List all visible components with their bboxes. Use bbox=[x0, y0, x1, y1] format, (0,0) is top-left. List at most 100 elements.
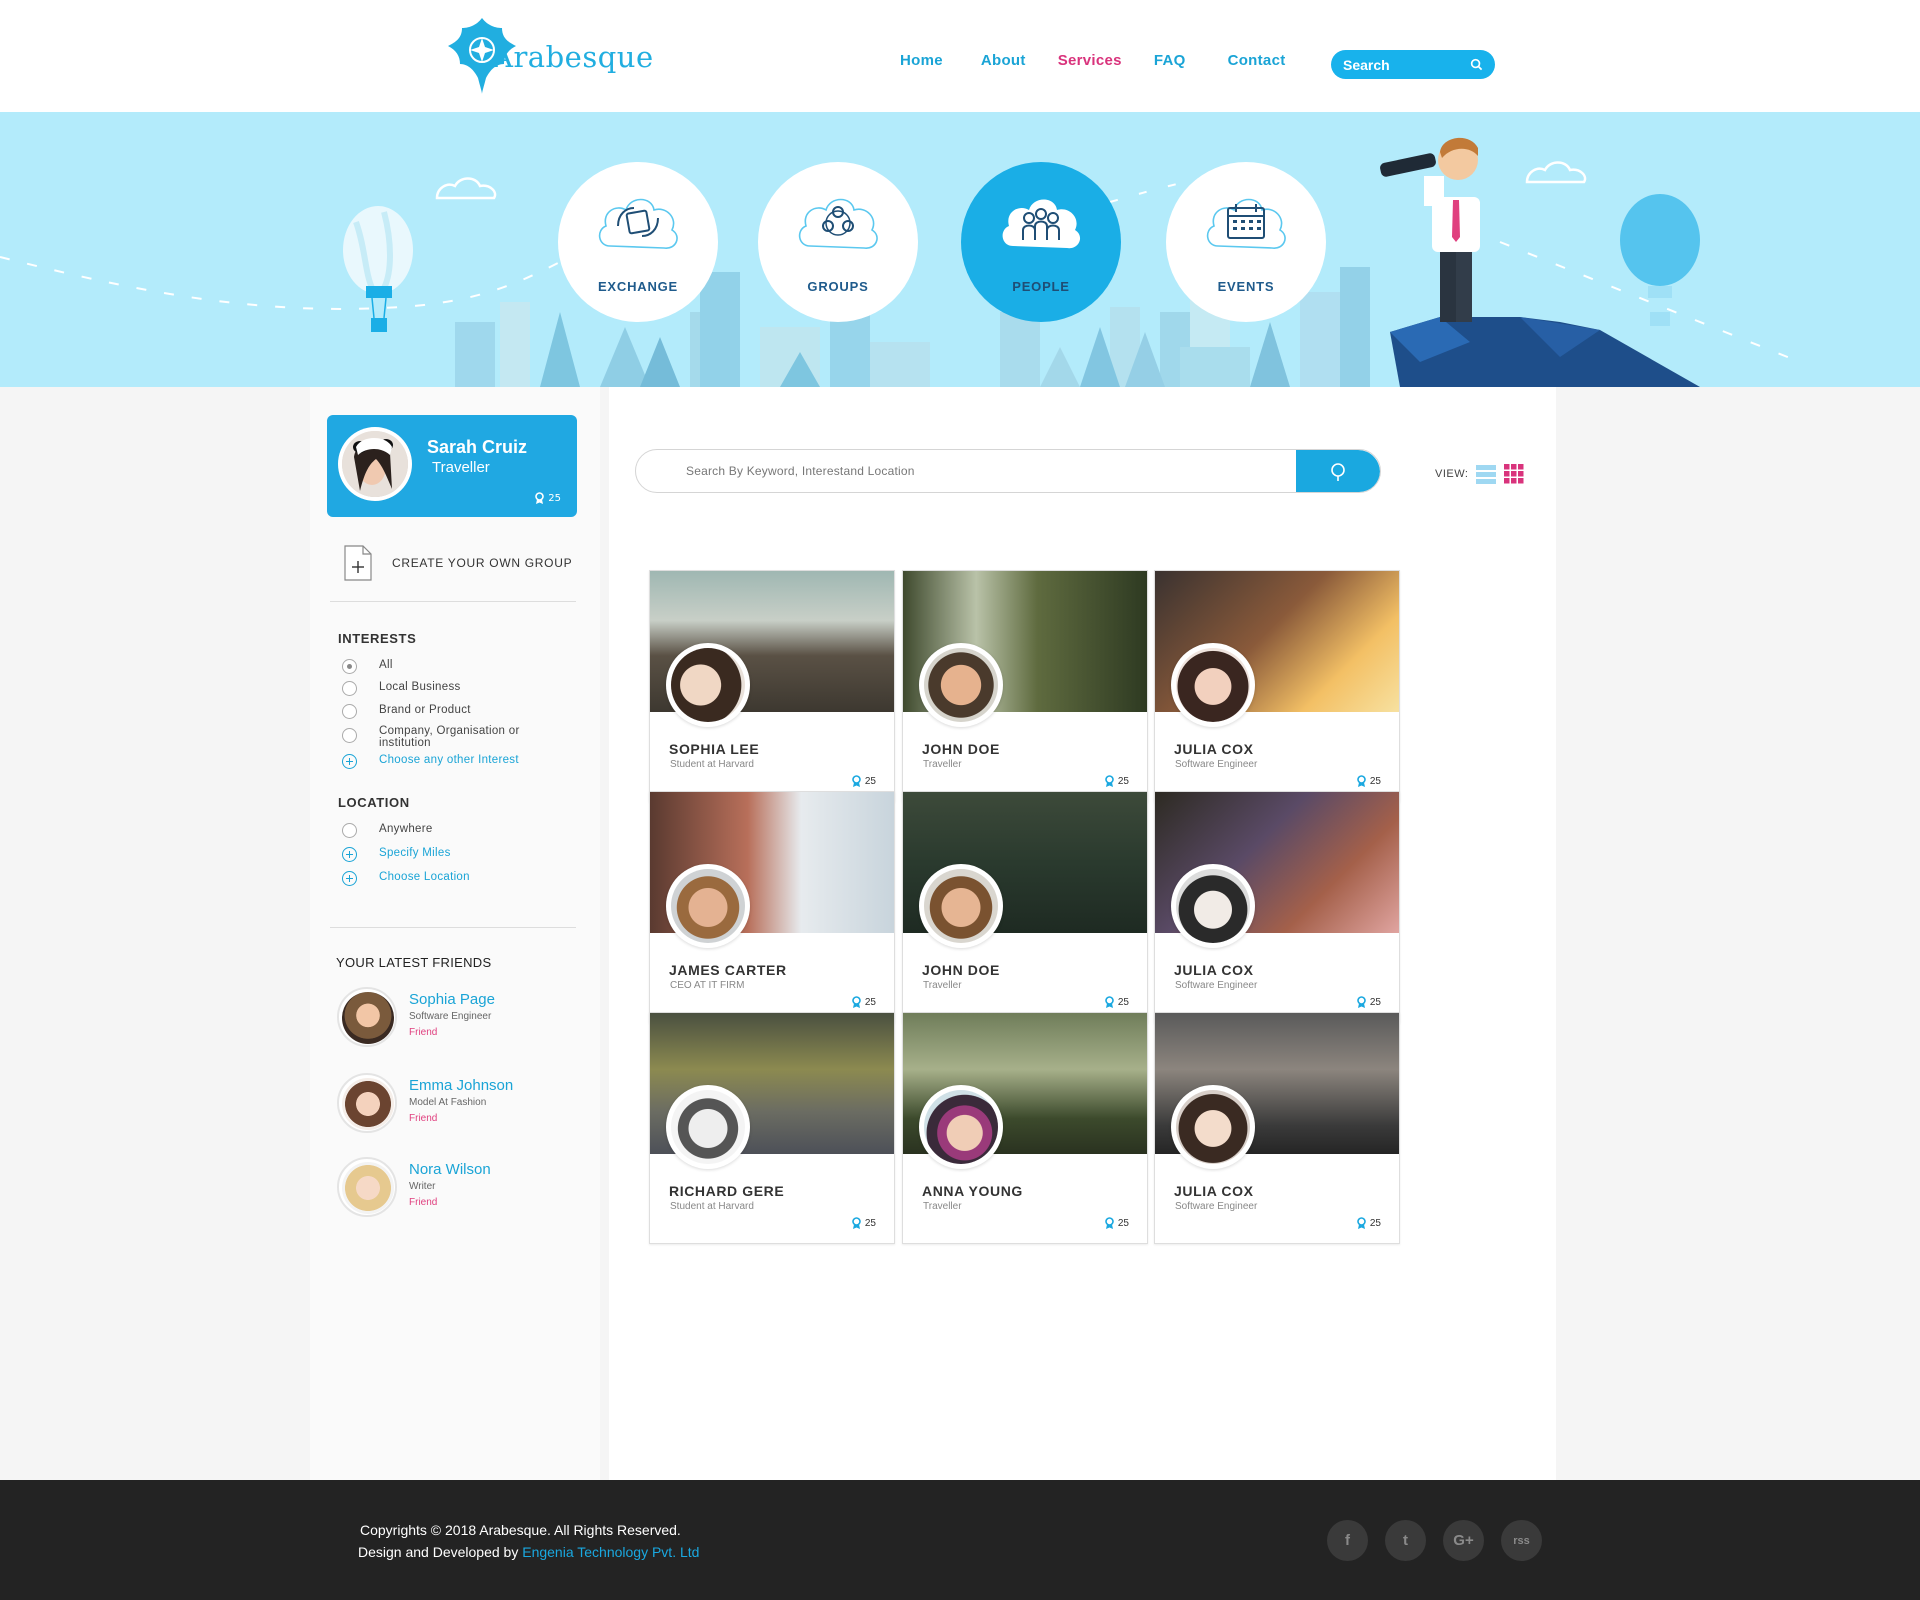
person-name[interactable]: JULIA COX bbox=[1174, 741, 1254, 757]
people-search-bar[interactable]: Search By Keyword, Interestand Location bbox=[635, 449, 1381, 493]
developer-link[interactable]: Engenia Technology Pvt. Ltd bbox=[522, 1544, 699, 1560]
person-job: Software Engineer bbox=[1175, 759, 1258, 770]
friend-item[interactable]: Sophia Page Software Engineer Friend bbox=[337, 987, 577, 1051]
interest-option-local-business[interactable]: Local Business bbox=[342, 681, 461, 696]
copyright-text: Copyrights © 2018 Arabesque. All Rights … bbox=[360, 1522, 681, 1538]
person-name[interactable]: ANNA YOUNG bbox=[922, 1183, 1023, 1199]
person-name[interactable]: JOHN DOE bbox=[922, 962, 1000, 978]
twitter-icon[interactable]: t bbox=[1385, 1520, 1426, 1561]
person-points: 25 bbox=[1104, 1217, 1129, 1230]
person-points: 25 bbox=[1356, 775, 1381, 788]
category-groups[interactable]: GROUPS bbox=[758, 162, 918, 322]
plus-circle-icon bbox=[342, 754, 357, 769]
list-view-icon[interactable] bbox=[1476, 464, 1497, 484]
nav-about[interactable]: About bbox=[981, 52, 1026, 69]
link-label: Choose any other Interest bbox=[379, 754, 519, 766]
site-footer: Copyrights © 2018 Arabesque. All Rights … bbox=[0, 1480, 1920, 1600]
friend-name[interactable]: Emma Johnson bbox=[409, 1077, 513, 1094]
nav-services[interactable]: Services bbox=[1058, 52, 1122, 69]
logo-text: Arabesque bbox=[492, 40, 654, 74]
main-nav: Home About Services FAQ Contact bbox=[900, 52, 1326, 69]
events-icon bbox=[1206, 198, 1286, 249]
person-card[interactable]: SOPHIA LEE Student at Harvard 25 bbox=[649, 570, 895, 802]
person-name[interactable]: JULIA COX bbox=[1174, 1183, 1254, 1199]
radio-button[interactable] bbox=[342, 659, 357, 674]
rss-icon[interactable]: rss bbox=[1501, 1520, 1542, 1561]
google-plus-icon[interactable]: G+ bbox=[1443, 1520, 1484, 1561]
person-card[interactable]: JOHN DOE Traveller 25 bbox=[902, 791, 1148, 1023]
person-job: Traveller bbox=[923, 759, 962, 770]
award-icon bbox=[1357, 1217, 1366, 1229]
award-icon bbox=[1105, 996, 1114, 1008]
radio-button[interactable] bbox=[342, 728, 357, 743]
avatar bbox=[666, 1085, 750, 1169]
avatar bbox=[1171, 643, 1255, 727]
person-card[interactable]: RICHARD GERE Student at Harvard 25 bbox=[649, 1012, 895, 1244]
plus-circle-icon bbox=[342, 847, 357, 862]
profile-card[interactable]: Sarah Cruiz Traveller 25 bbox=[327, 415, 577, 517]
interest-label: Local Business bbox=[379, 681, 461, 693]
person-name[interactable]: JOHN DOE bbox=[922, 741, 1000, 757]
award-icon bbox=[1105, 775, 1114, 787]
plus-circle-icon bbox=[342, 871, 357, 886]
person-card[interactable]: JULIA COX Software Engineer 25 bbox=[1154, 1012, 1400, 1244]
grid-view-icon[interactable] bbox=[1504, 464, 1524, 484]
avatar bbox=[666, 864, 750, 948]
person-job: Traveller bbox=[923, 980, 962, 991]
choose-location-link[interactable]: Choose Location bbox=[342, 871, 470, 886]
person-card[interactable]: ANNA YOUNG Traveller 25 bbox=[902, 1012, 1148, 1244]
award-icon bbox=[1357, 775, 1366, 787]
profile-role: Traveller bbox=[432, 459, 490, 476]
link-label: Choose Location bbox=[379, 871, 470, 883]
nav-faq[interactable]: FAQ bbox=[1154, 52, 1186, 69]
header-search[interactable]: Search bbox=[1331, 50, 1495, 79]
avatar bbox=[919, 864, 1003, 948]
friend-name[interactable]: Sophia Page bbox=[409, 991, 495, 1008]
interests-title: INTERESTS bbox=[338, 631, 417, 646]
category-exchange[interactable]: EXCHANGE bbox=[558, 162, 718, 322]
friend-item[interactable]: Emma Johnson Model At Fashion Friend bbox=[337, 1073, 577, 1137]
friend-name[interactable]: Nora Wilson bbox=[409, 1161, 491, 1178]
category-events[interactable]: EVENTS bbox=[1166, 162, 1326, 322]
friend-item[interactable]: Nora Wilson Writer Friend bbox=[337, 1157, 577, 1221]
search-icon[interactable] bbox=[1470, 58, 1483, 71]
location-option-anywhere[interactable]: Anywhere bbox=[342, 823, 433, 838]
category-label: EVENTS bbox=[1217, 279, 1275, 294]
points-value: 25 bbox=[864, 997, 876, 1008]
interest-option-all[interactable]: All bbox=[342, 659, 393, 674]
person-name[interactable]: JULIA COX bbox=[1174, 962, 1254, 978]
radio-button[interactable] bbox=[342, 823, 357, 838]
facebook-icon[interactable]: f bbox=[1327, 1520, 1368, 1561]
person-name[interactable]: RICHARD GERE bbox=[669, 1183, 784, 1199]
interest-option-brand[interactable]: Brand or Product bbox=[342, 704, 471, 719]
radio-button[interactable] bbox=[342, 681, 357, 696]
person-job: Traveller bbox=[923, 1201, 962, 1212]
person-job: Student at Harvard bbox=[670, 759, 754, 770]
person-name[interactable]: JAMES CARTER bbox=[669, 962, 787, 978]
interest-label: Brand or Product bbox=[379, 704, 471, 716]
person-job: Student at Harvard bbox=[670, 1201, 754, 1212]
category-label: EXCHANGE bbox=[597, 279, 679, 294]
profile-points: 25 bbox=[534, 492, 561, 505]
person-job: CEO AT IT FIRM bbox=[670, 980, 745, 991]
choose-other-interest-link[interactable]: Choose any other Interest bbox=[342, 754, 519, 769]
search-input[interactable]: Search By Keyword, Interestand Location bbox=[686, 464, 915, 478]
nav-contact[interactable]: Contact bbox=[1228, 52, 1286, 69]
search-button[interactable] bbox=[1296, 450, 1380, 492]
nav-home[interactable]: Home bbox=[900, 52, 943, 69]
radio-button[interactable] bbox=[342, 704, 357, 719]
person-card[interactable]: JOHN DOE Traveller 25 bbox=[902, 570, 1148, 802]
person-card[interactable]: JULIA COX Software Engineer 25 bbox=[1154, 791, 1400, 1023]
category-people[interactable]: PEOPLE bbox=[961, 162, 1121, 322]
person-card[interactable]: JAMES CARTER CEO AT IT FIRM 25 bbox=[649, 791, 895, 1023]
avatar bbox=[1171, 864, 1255, 948]
person-name[interactable]: SOPHIA LEE bbox=[669, 741, 759, 757]
person-card[interactable]: JULIA COX Software Engineer 25 bbox=[1154, 570, 1400, 802]
points-value: 25 bbox=[1369, 997, 1381, 1008]
interest-option-company[interactable]: Company, Organisation or institution bbox=[342, 725, 549, 749]
logo[interactable]: Arabesque bbox=[442, 10, 653, 102]
create-group-button[interactable]: CREATE YOUR OWN GROUP bbox=[344, 545, 572, 581]
specify-miles-link[interactable]: Specify Miles bbox=[342, 847, 451, 862]
hero-banner: EXCHANGE GROUPS PEOPLE EVENTS bbox=[0, 112, 1920, 387]
person-job: Software Engineer bbox=[1175, 1201, 1258, 1212]
